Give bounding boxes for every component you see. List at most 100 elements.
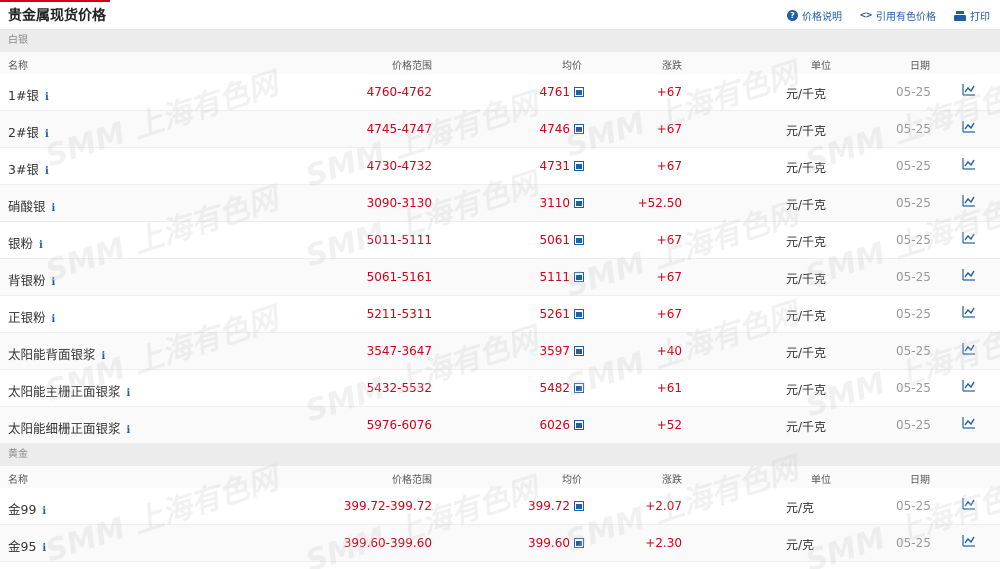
calendar-icon[interactable] xyxy=(574,420,584,430)
info-icon[interactable]: i xyxy=(45,92,49,103)
price-range: 5432-5532 xyxy=(366,381,432,395)
average-price: 3110 xyxy=(539,196,584,210)
column-header-unit: 单位 xyxy=(811,475,831,486)
average-price-text: 5061 xyxy=(539,233,570,247)
calendar-icon[interactable] xyxy=(574,309,584,319)
table-row: 1#银 i 4760-4762 4761 +67 元/千克 05-25 xyxy=(0,74,1000,111)
price-range: 5211-5311 xyxy=(366,307,432,321)
price-range: 399.60-399.60 xyxy=(343,536,432,550)
info-icon[interactable]: i xyxy=(127,425,131,436)
unit: 元/克 xyxy=(786,501,815,515)
trend-chart-icon[interactable] xyxy=(962,157,976,174)
column-header-date: 日期 xyxy=(910,475,930,486)
price-range: 4745-4747 xyxy=(366,122,432,136)
trend-chart-icon[interactable] xyxy=(962,194,976,211)
header: 贵金属现货价格 ? 价格说明 <> 引用有色价格 打印 xyxy=(0,0,1000,30)
trend-chart-icon[interactable] xyxy=(962,497,976,514)
info-icon[interactable]: i xyxy=(52,203,56,214)
info-icon[interactable]: i xyxy=(127,388,131,399)
trend-chart-icon[interactable] xyxy=(962,83,976,100)
date: 05-25 xyxy=(896,499,931,513)
price-change: +67 xyxy=(656,270,682,284)
price-range: 3547-3647 xyxy=(366,344,432,358)
trend-chart-icon[interactable] xyxy=(962,268,976,285)
table-row: 背银粉 i 5061-5161 5111 +67 元/千克 05-25 xyxy=(0,259,1000,296)
product-name-text: 金99 xyxy=(8,502,37,517)
trend-chart-icon[interactable] xyxy=(962,231,976,248)
table-row: 正银粉 i 5211-5311 5261 +67 元/千克 05-25 xyxy=(0,296,1000,333)
product-name-text: 1#银 xyxy=(8,88,39,103)
average-price-text: 5261 xyxy=(539,307,570,321)
product-name: 太阳能背面银浆 i xyxy=(8,344,105,363)
unit: 元/千克 xyxy=(786,383,827,397)
average-price-text: 5111 xyxy=(539,270,570,284)
table-row: 金95 i 399.60-399.60 399.60 +2.30 元/克 05-25 xyxy=(0,525,1000,562)
cite-price-link[interactable]: <> 引用有色价格 xyxy=(860,8,936,23)
info-icon[interactable]: i xyxy=(39,240,43,251)
info-icon[interactable]: i xyxy=(52,277,56,288)
product-name: 硝酸银 i xyxy=(8,196,55,215)
info-icon[interactable]: i xyxy=(42,543,46,554)
date: 05-25 xyxy=(896,196,931,210)
trend-chart-icon[interactable] xyxy=(962,416,976,433)
column-header-change: 涨跌 xyxy=(662,61,682,72)
date: 05-25 xyxy=(896,122,931,136)
column-header-unit: 单位 xyxy=(811,61,831,72)
product-name-text: 正银粉 xyxy=(8,310,46,325)
table-row: 太阳能背面银浆 i 3547-3647 3597 +40 元/千克 05-25 xyxy=(0,333,1000,370)
unit: 元/千克 xyxy=(786,161,827,175)
unit: 元/千克 xyxy=(786,420,827,434)
average-price-text: 4761 xyxy=(539,85,570,99)
table-row: 银粉 i 5011-5111 5061 +67 元/千克 05-25 xyxy=(0,222,1000,259)
average-price-text: 399.72 xyxy=(528,499,570,513)
price-range: 5061-5161 xyxy=(366,270,432,284)
print-link[interactable]: 打印 xyxy=(954,8,990,23)
trend-chart-icon[interactable] xyxy=(962,379,976,396)
info-icon[interactable]: i xyxy=(45,166,49,177)
price-range: 4760-4762 xyxy=(366,85,432,99)
calendar-icon[interactable] xyxy=(574,87,584,97)
calendar-icon[interactable] xyxy=(574,198,584,208)
info-icon[interactable]: i xyxy=(102,351,106,362)
info-icon[interactable]: i xyxy=(45,129,49,140)
price-change: +61 xyxy=(656,381,682,395)
info-icon[interactable]: i xyxy=(52,314,56,325)
average-price: 5061 xyxy=(539,233,584,247)
column-header-change: 涨跌 xyxy=(662,475,682,486)
trend-chart-icon[interactable] xyxy=(962,342,976,359)
average-price: 4761 xyxy=(539,85,584,99)
calendar-icon[interactable] xyxy=(574,124,584,134)
price-change: +40 xyxy=(656,344,682,358)
product-name-text: 太阳能细栅正面银浆 xyxy=(8,421,121,436)
product-name: 正银粉 i xyxy=(8,307,55,326)
price-range: 5976-6076 xyxy=(366,418,432,432)
product-name: 1#银 i xyxy=(8,85,49,104)
date: 05-25 xyxy=(896,536,931,550)
calendar-icon[interactable] xyxy=(574,161,584,171)
trend-chart-icon[interactable] xyxy=(962,534,976,551)
average-price-text: 399.60 xyxy=(528,536,570,550)
calendar-icon[interactable] xyxy=(574,235,584,245)
calendar-icon[interactable] xyxy=(574,346,584,356)
column-header-row: 名称 价格范围 均价 涨跌 单位 日期 xyxy=(0,466,1000,488)
title-underline xyxy=(0,0,110,2)
average-price-text: 6026 xyxy=(539,418,570,432)
price-range: 4730-4732 xyxy=(366,159,432,173)
calendar-icon[interactable] xyxy=(574,538,584,548)
table-row: 金99 i 399.72-399.72 399.72 +2.07 元/克 05-25 xyxy=(0,488,1000,525)
product-name-text: 银粉 xyxy=(8,236,34,251)
product-name: 3#银 i xyxy=(8,159,49,178)
trend-chart-icon[interactable] xyxy=(962,120,976,137)
calendar-icon[interactable] xyxy=(574,501,584,511)
unit: 元/千克 xyxy=(786,309,827,323)
price-change: +2.30 xyxy=(645,536,682,550)
average-price: 4731 xyxy=(539,159,584,173)
calendar-icon[interactable] xyxy=(574,272,584,282)
price-range: 3090-3130 xyxy=(366,196,432,210)
price-note-link[interactable]: ? 价格说明 xyxy=(786,8,842,23)
trend-chart-icon[interactable] xyxy=(962,305,976,322)
calendar-icon[interactable] xyxy=(574,383,584,393)
date: 05-25 xyxy=(896,233,931,247)
info-icon[interactable]: i xyxy=(42,506,46,517)
table-row: 硝酸银 i 3090-3130 3110 +52.50 元/千克 05-25 xyxy=(0,185,1000,222)
